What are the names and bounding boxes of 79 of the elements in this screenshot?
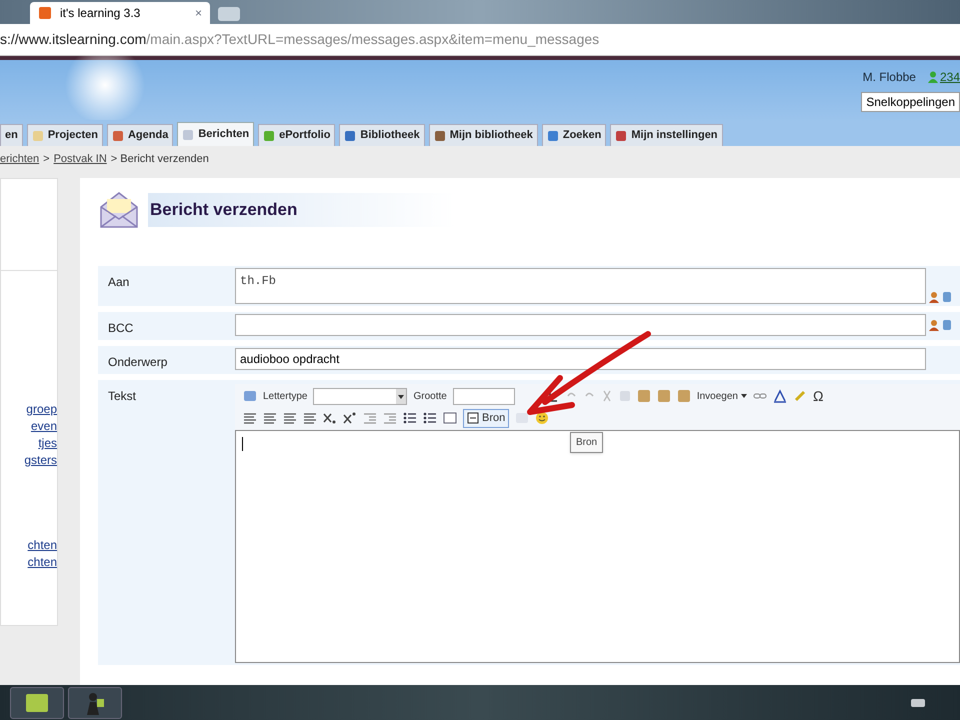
page-icon	[32, 130, 44, 142]
online-count-link[interactable]: 234	[928, 68, 960, 86]
source-button[interactable]: Bron	[463, 408, 510, 428]
scissors-icon	[600, 390, 613, 402]
sidebar-link[interactable]: gsters	[24, 452, 57, 469]
tooltip: Bron	[570, 432, 604, 453]
page-icon	[112, 130, 124, 142]
caret-icon	[741, 394, 747, 398]
breadcrumb-text: > Bericht verzenden	[110, 152, 209, 167]
envelope-icon	[98, 189, 140, 231]
browser-tab[interactable]: it's learning 3.3 ×	[30, 2, 210, 24]
code-page-icon	[467, 412, 479, 424]
outdent-icon	[363, 412, 377, 424]
highlight-icon	[793, 389, 807, 403]
page-icon	[546, 130, 559, 142]
close-tab-button[interactable]: ×	[194, 4, 202, 22]
font-dropdown[interactable]	[313, 388, 408, 404]
nav-tab[interactable]: Mijn instellingen	[610, 124, 723, 146]
person-icon	[928, 319, 940, 331]
page-icon	[182, 128, 194, 140]
special-character-button[interactable]: Ω	[813, 386, 824, 406]
sidebar-link[interactable]: tjes	[38, 435, 57, 452]
size-dropdown[interactable]	[452, 388, 515, 404]
person-icon	[928, 291, 940, 303]
table-icon	[443, 412, 457, 424]
numbered-list-icon	[403, 412, 417, 424]
nav-tab[interactable]: Projecten	[26, 124, 103, 146]
person-icon	[928, 71, 938, 83]
field-label: Tekst	[108, 389, 136, 403]
sidebar-link[interactable]: even	[30, 418, 57, 435]
person-icon	[85, 690, 105, 714]
nav-tab[interactable]: Mijn bibliotheek	[428, 124, 538, 146]
size-label: Grootte	[413, 390, 447, 404]
nav-tab[interactable]: Agenda	[106, 124, 174, 146]
page-icon	[263, 130, 276, 142]
sidebar-link[interactable]: chten	[28, 554, 57, 571]
logo-icon	[38, 6, 52, 20]
user-name: M. Flobbe	[862, 69, 916, 86]
tray-icon	[910, 698, 926, 708]
breadcrumb-text: >	[43, 152, 50, 167]
align-center-icon	[263, 412, 277, 424]
nav-tab[interactable]: en	[0, 124, 23, 146]
align-right-icon	[283, 412, 297, 424]
link-icon	[753, 392, 767, 400]
shortcuts-dropdown[interactable]: Snelkoppelingen	[861, 92, 960, 112]
input-field[interactable]: audioboo opdracht	[235, 348, 926, 370]
smiley-icon	[535, 411, 550, 425]
breadcrumb-link[interactable]: erichten	[0, 150, 40, 168]
breadcrumb-link[interactable]: Postvak IN	[54, 150, 107, 168]
align-left-icon	[243, 412, 257, 424]
taskbar-button[interactable]	[68, 686, 122, 718]
sidebar-link[interactable]: chten	[28, 537, 57, 554]
page-icon	[615, 130, 628, 142]
underline-icon	[546, 390, 559, 402]
input-field[interactable]	[235, 314, 926, 336]
taskbar-button[interactable]	[10, 686, 64, 718]
superscript-icon	[343, 412, 357, 424]
justify-icon	[303, 412, 317, 424]
indent-icon	[383, 412, 397, 424]
nav-tab[interactable]: ePortfolio	[258, 124, 336, 146]
nav-tab[interactable]: Berichten	[177, 122, 254, 146]
nav-tab[interactable]: Zoeken	[542, 124, 606, 146]
page-icon	[434, 130, 446, 142]
field-label: Onderwerp	[108, 355, 168, 369]
text-cursor	[242, 437, 243, 451]
nav-tab[interactable]: Bibliotheek	[339, 124, 425, 146]
caret-icon	[396, 388, 406, 404]
subscript-icon	[323, 412, 337, 424]
sidebar-link[interactable]: groep	[26, 401, 57, 418]
bulleted-list-icon	[423, 412, 437, 424]
page-icon	[344, 130, 356, 142]
field-label: Aan	[108, 275, 130, 289]
input-field[interactable]: th.Fb	[235, 268, 926, 304]
tab-title: it's learning 3.3	[60, 5, 142, 22]
font-color-icon	[773, 389, 787, 403]
font-label: Lettertype	[263, 390, 308, 404]
insert-menu[interactable]: Invoegen	[696, 388, 747, 404]
new-tab-button[interactable]	[218, 7, 240, 21]
field-label: BCC	[108, 321, 134, 335]
